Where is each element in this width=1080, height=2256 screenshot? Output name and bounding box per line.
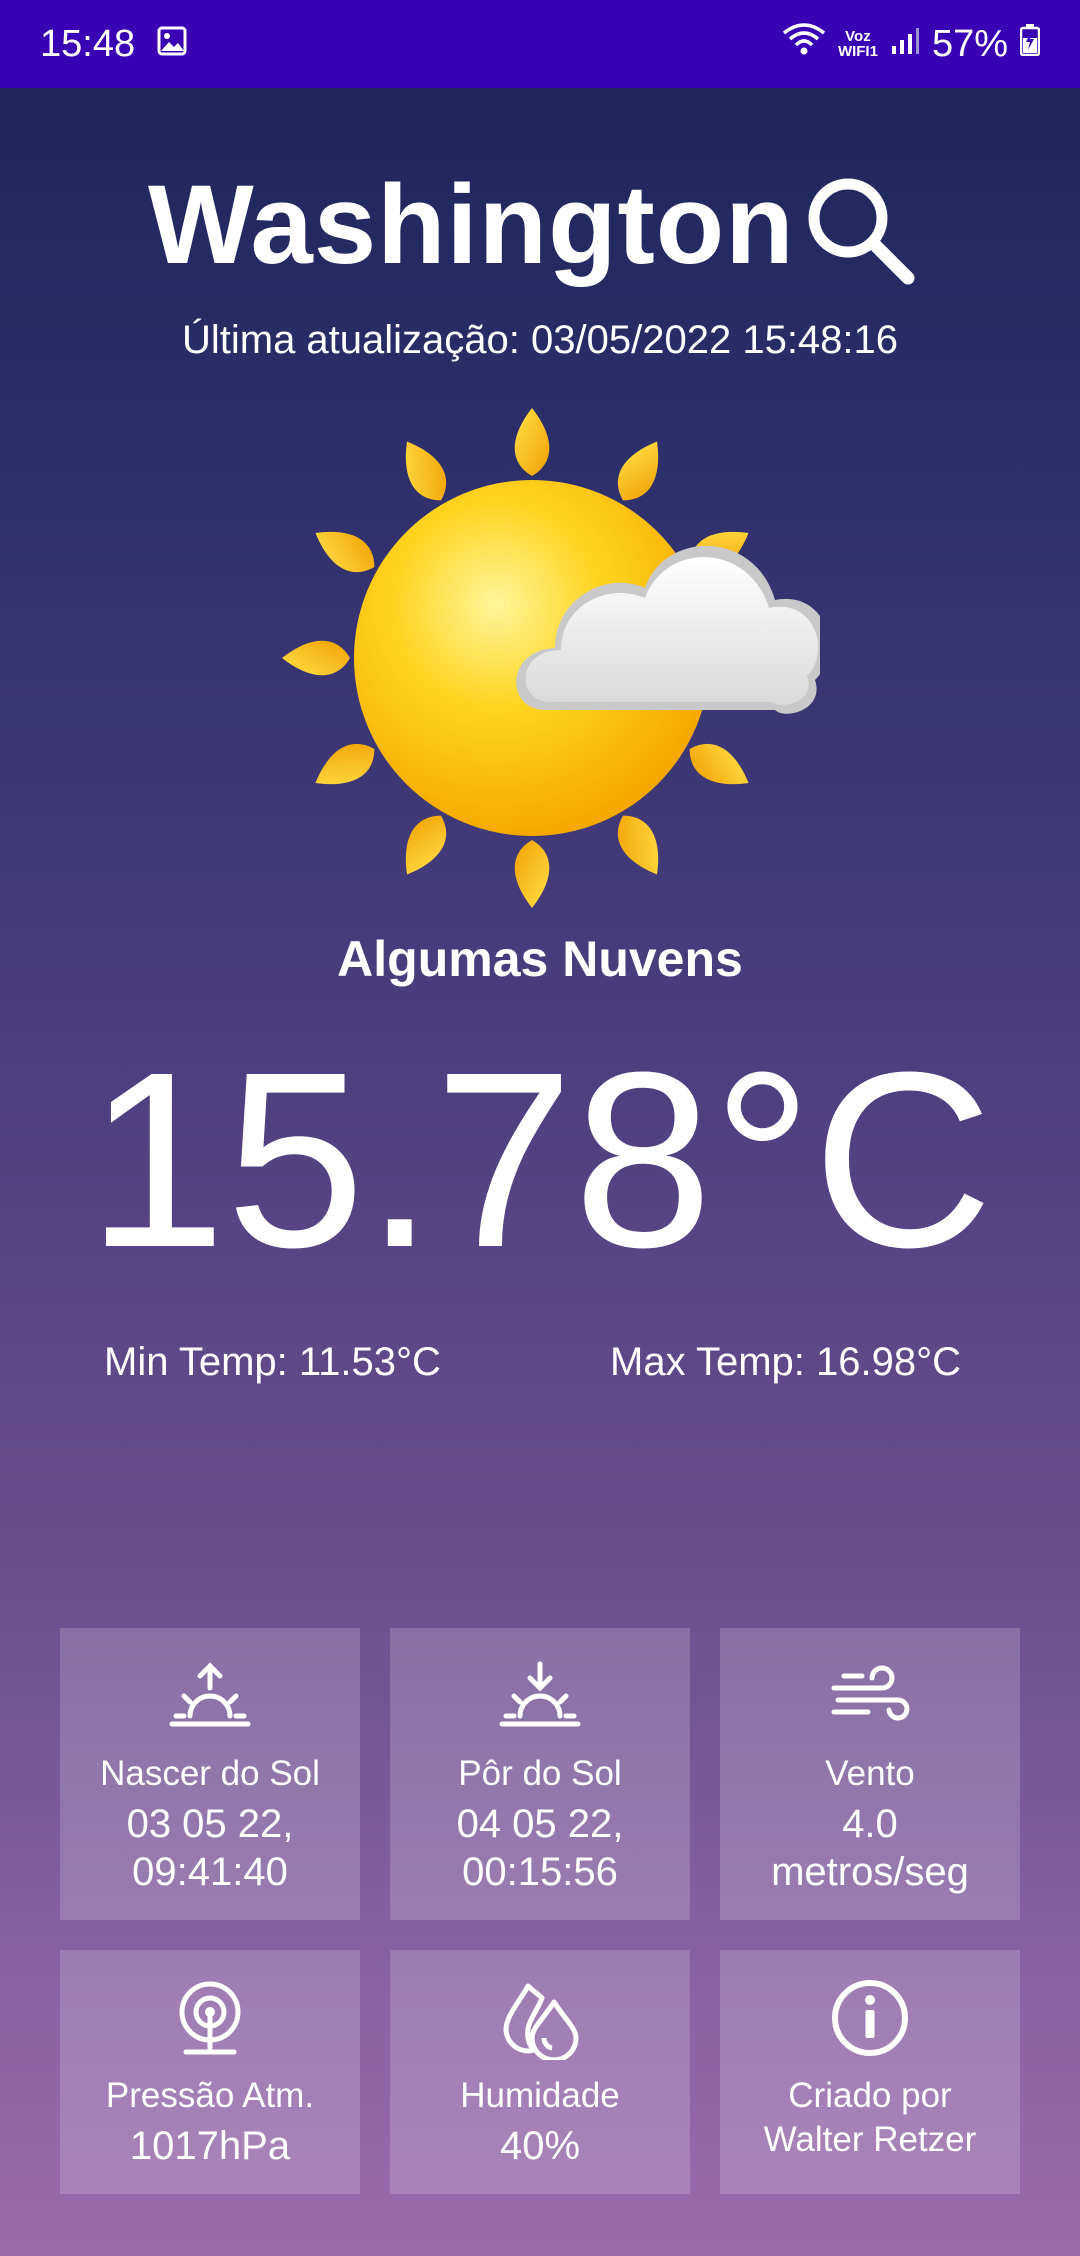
humidity-value: 40%	[499, 2124, 581, 2168]
sunrise-icon	[169, 1662, 251, 1727]
last-update-text: Última atualização: 03/05/2022 15:48:16	[181, 318, 899, 362]
status-bar: 15:48 Voz WIFI1 57%	[0, 0, 1080, 88]
sunrise-date: 03 05 22,	[126, 1802, 294, 1846]
humidity-icon	[503, 1983, 579, 2060]
wind-unit: metros/seg	[771, 1850, 969, 1894]
city-header: Washington	[0, 160, 1080, 300]
status-time: 15:48	[40, 22, 136, 65]
sunset-time: 00:15:56	[462, 1850, 618, 1894]
pressure-label: Pressão Atm.	[105, 2076, 315, 2115]
wind-icon	[831, 1665, 910, 1721]
network-type-bottom: WIFI1	[837, 43, 878, 60]
humidity-label: Humidade	[460, 2076, 620, 2115]
sunset-value: 04 05 22, 00:15:56	[457, 1800, 624, 1896]
network-type: Voz WIFI1	[838, 29, 878, 59]
sunset-label: Pôr do Sol	[458, 1754, 622, 1793]
status-left: 15:48	[40, 23, 187, 66]
credits-label: Criado por	[788, 2076, 952, 2115]
pressure-card: Pressão Atm. 1017hPa	[60, 1950, 360, 2194]
info-card[interactable]: Criado por Walter Retzer	[720, 1950, 1020, 2194]
wind-label: Vento	[825, 1754, 915, 1793]
pressure-icon	[179, 1981, 241, 2055]
wifi-icon	[782, 21, 826, 67]
signal-icon	[890, 23, 920, 66]
sunrise-card: Nascer do Sol 03 05 22, 09:41:40	[60, 1628, 360, 1920]
details-grid: Nascer do Sol 03 05 22, 09:41:40 Pôr do …	[60, 1628, 1020, 2194]
pressure-value: 1017hPa	[129, 2124, 291, 2168]
network-type-top: Voz	[845, 28, 871, 45]
sunrise-value: 03 05 22, 09:41:40	[127, 1800, 294, 1896]
weather-condition: Algumas Nuvens	[337, 931, 743, 987]
sunset-icon	[499, 1661, 581, 1727]
current-temperature: 15.78°C	[86, 1020, 994, 1299]
search-icon	[808, 178, 915, 285]
wind-card: Vento 4.0 metros/seg	[720, 1628, 1020, 1920]
info-icon	[832, 1980, 908, 2056]
max-temperature: Max Temp: 16.98°C	[610, 1340, 961, 1384]
wind-value: 4.0 metros/seg	[771, 1800, 969, 1896]
sun-with-cloud-icon	[260, 380, 830, 940]
battery-percent: 57%	[931, 22, 1008, 65]
status-right: Voz WIFI1 57%	[782, 21, 1041, 67]
city-name: Washington	[148, 162, 795, 287]
sunrise-time: 09:41:40	[132, 1850, 288, 1894]
gallery-notification-icon	[157, 23, 187, 66]
sunrise-label: Nascer do Sol	[100, 1754, 320, 1793]
search-button[interactable]	[800, 170, 920, 290]
humidity-card: Humidade 40%	[390, 1950, 690, 2194]
credits-author: Walter Retzer	[763, 2120, 977, 2159]
wind-speed: 4.0	[842, 1802, 898, 1846]
min-temperature: Min Temp: 11.53°C	[104, 1340, 441, 1384]
sunset-card: Pôr do Sol 04 05 22, 00:15:56	[390, 1628, 690, 1920]
sunset-date: 04 05 22,	[456, 1802, 624, 1846]
battery-charging-icon	[1019, 23, 1041, 66]
